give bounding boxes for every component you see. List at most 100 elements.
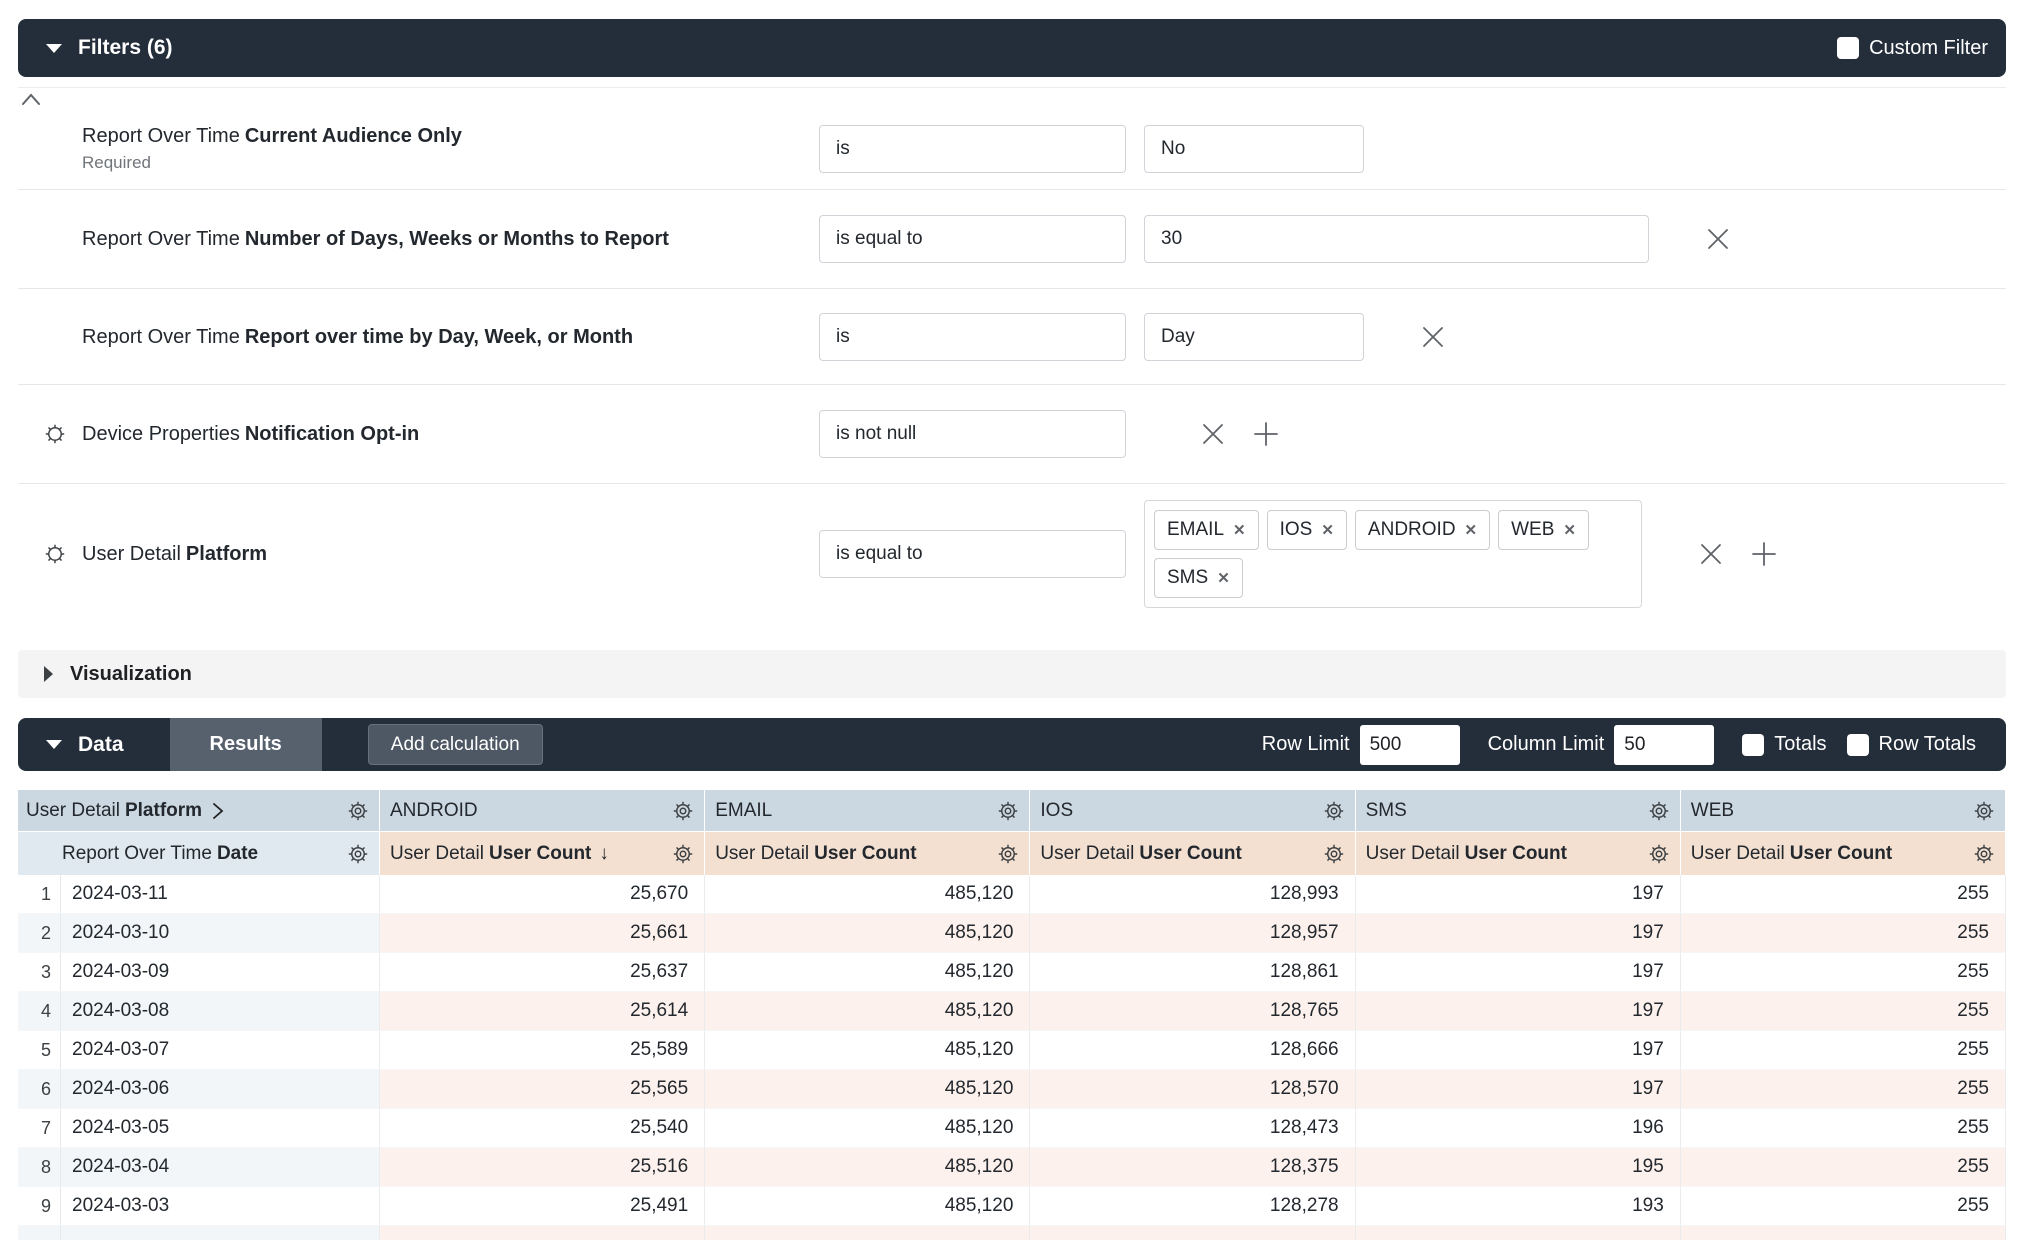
value-cell[interactable]: 255	[1681, 1148, 2006, 1187]
chip-remove-icon[interactable]: ✕	[1321, 521, 1334, 539]
collapse-triangle-icon[interactable]	[46, 740, 62, 749]
date-cell-value[interactable]: 2024-03-11	[61, 875, 168, 913]
row-totals-checkbox[interactable]	[1847, 734, 1869, 756]
measure-column-header[interactable]: User DetailUser Count	[705, 832, 1030, 875]
value-cell[interactable]: 485,120	[705, 1148, 1030, 1187]
value-cell[interactable]: 196	[1356, 1109, 1681, 1148]
value-cell[interactable]: 25,661	[380, 914, 705, 953]
value-cell[interactable]: 25,516	[380, 1148, 705, 1187]
date-cell-value[interactable]: 2024-03-10	[61, 914, 169, 952]
measure-column-header[interactable]: User DetailUser Count↓	[380, 832, 705, 875]
value-cell[interactable]: 25,491	[380, 1187, 705, 1226]
value-cell[interactable]: 128,957	[1030, 914, 1355, 953]
value-cell[interactable]: 485,120	[705, 875, 1030, 914]
chevron-up-icon[interactable]	[20, 92, 42, 106]
collapse-triangle-icon[interactable]	[46, 44, 62, 53]
remove-filter-icon[interactable]	[1200, 421, 1226, 447]
remove-filter-icon[interactable]	[1698, 541, 1724, 567]
chip-remove-icon[interactable]: ✕	[1233, 521, 1246, 539]
column-limit-input[interactable]	[1614, 725, 1714, 765]
value-cell[interactable]: 25,614	[380, 992, 705, 1031]
value-cell[interactable]: 25,589	[380, 1031, 705, 1070]
gear-icon[interactable]	[1323, 800, 1345, 822]
date-cell-value[interactable]: 2024-03-04	[61, 1148, 169, 1186]
gear-icon[interactable]	[1323, 843, 1345, 865]
measure-column-header[interactable]: User DetailUser Count	[1356, 832, 1681, 875]
visualization-section-header[interactable]: Visualization	[18, 650, 2006, 698]
filters-section-header[interactable]: Filters (6) Custom Filter	[18, 19, 2006, 77]
value-cell[interactable]: 255	[1681, 1031, 2006, 1070]
value-cell[interactable]: 485,120	[705, 992, 1030, 1031]
value-cell[interactable]: 255	[1681, 1187, 2006, 1226]
measure-column-header[interactable]: User DetailUser Count	[1681, 832, 2006, 875]
gear-icon[interactable]	[997, 843, 1019, 865]
date-cell-value[interactable]: 2024-03-07	[61, 1031, 169, 1069]
pivot-value-header[interactable]: ANDROID	[380, 790, 705, 832]
chip-remove-icon[interactable]: ✕	[1563, 521, 1576, 539]
value-cell[interactable]: 485,120	[705, 914, 1030, 953]
gear-icon[interactable]	[44, 543, 66, 565]
value-cell[interactable]: 255	[1681, 1070, 2006, 1109]
value-cell[interactable]: 197	[1356, 953, 1681, 992]
remove-filter-icon[interactable]	[1420, 324, 1446, 350]
value-cell[interactable]: 255	[1681, 992, 2006, 1031]
value-cell[interactable]: 197	[1356, 875, 1681, 914]
chip-remove-icon[interactable]: ✕	[1465, 521, 1478, 539]
filter-value-chip[interactable]: SMS✕	[1154, 558, 1243, 598]
filter-value-input[interactable]: No	[1144, 125, 1364, 173]
date-cell-value[interactable]: 2024-03-05	[61, 1109, 169, 1147]
value-cell[interactable]: 25,540	[380, 1109, 705, 1148]
value-cell[interactable]: 485,120	[705, 1109, 1030, 1148]
gear-icon[interactable]	[347, 843, 369, 865]
value-cell[interactable]: 128,278	[1030, 1187, 1355, 1226]
value-cell[interactable]: 255	[1681, 953, 2006, 992]
filter-value-chip[interactable]: EMAIL✕	[1154, 510, 1259, 550]
pivot-value-header[interactable]: WEB	[1681, 790, 2006, 832]
value-cell[interactable]: 255	[1681, 914, 2006, 953]
date-cell-value[interactable]: 2024-03-08	[61, 992, 169, 1030]
gear-icon[interactable]	[1973, 800, 1995, 822]
value-cell[interactable]: 485,120	[705, 1187, 1030, 1226]
value-cell[interactable]: 255	[1681, 875, 2006, 914]
filter-operator-select[interactable]: is	[819, 125, 1126, 173]
value-cell[interactable]: 128,666	[1030, 1031, 1355, 1070]
value-cell[interactable]: 25,637	[380, 953, 705, 992]
value-cell[interactable]: 128,861	[1030, 953, 1355, 992]
filter-value-chip[interactable]: WEB✕	[1498, 510, 1589, 550]
value-cell[interactable]: 485,120	[705, 1070, 1030, 1109]
date-cell-value[interactable]: 2024-03-06	[61, 1070, 169, 1108]
filter-value-chip[interactable]: IOS✕	[1267, 510, 1347, 550]
gear-icon[interactable]	[1648, 843, 1670, 865]
value-cell[interactable]: 25,670	[380, 875, 705, 914]
row-limit-input[interactable]	[1360, 725, 1460, 765]
pivot-value-header[interactable]: EMAIL	[705, 790, 1030, 832]
filter-value-input[interactable]: 30	[1144, 215, 1649, 263]
measure-column-header[interactable]: User DetailUser Count	[1030, 832, 1355, 875]
add-filter-value-icon[interactable]	[1252, 420, 1280, 448]
value-cell[interactable]: 128,473	[1030, 1109, 1355, 1148]
value-cell[interactable]: 128,993	[1030, 875, 1355, 914]
gear-icon[interactable]	[1973, 843, 1995, 865]
value-cell[interactable]: 197	[1356, 1070, 1681, 1109]
filter-operator-select[interactable]: is not null	[819, 410, 1126, 458]
value-cell[interactable]: 197	[1356, 914, 1681, 953]
tab-results[interactable]: Results	[170, 718, 322, 771]
value-cell[interactable]: 197	[1356, 992, 1681, 1031]
value-cell[interactable]: 128,570	[1030, 1070, 1355, 1109]
filter-value-input[interactable]: Day	[1144, 313, 1364, 361]
gear-icon[interactable]	[44, 423, 66, 445]
pivot-dimension-header[interactable]: User DetailPlatform	[18, 790, 380, 832]
totals-checkbox[interactable]	[1742, 734, 1764, 756]
value-cell[interactable]: 195	[1356, 1148, 1681, 1187]
value-cell[interactable]: 485,120	[705, 953, 1030, 992]
date-cell-value[interactable]: 2024-03-09	[61, 953, 169, 991]
chip-remove-icon[interactable]: ✕	[1217, 569, 1230, 587]
pivot-value-header[interactable]: IOS	[1030, 790, 1355, 832]
value-cell[interactable]: 25,565	[380, 1070, 705, 1109]
date-cell-value[interactable]: 2024-03-03	[61, 1187, 169, 1225]
add-calculation-button[interactable]: Add calculation	[368, 724, 543, 765]
platform-chips[interactable]: EMAIL✕IOS✕ANDROID✕WEB✕ SMS✕	[1144, 500, 1642, 608]
gear-icon[interactable]	[347, 800, 369, 822]
value-cell[interactable]: 255	[1681, 1109, 2006, 1148]
filter-value-chip[interactable]: ANDROID✕	[1355, 510, 1490, 550]
